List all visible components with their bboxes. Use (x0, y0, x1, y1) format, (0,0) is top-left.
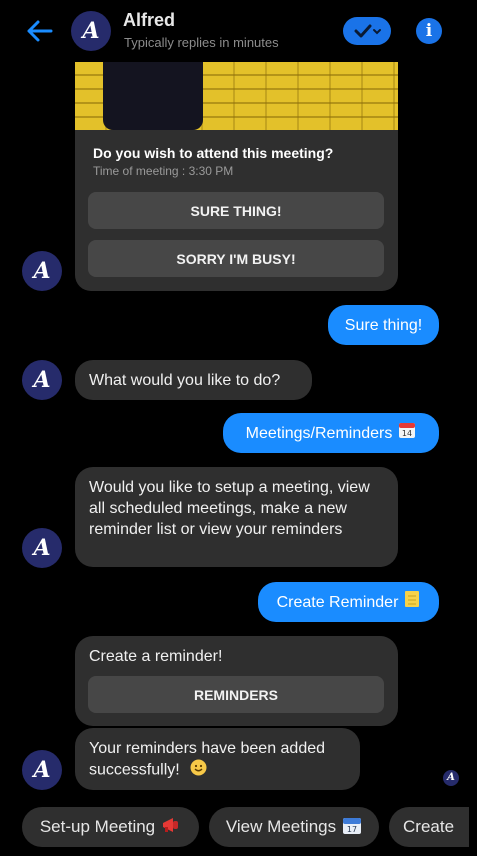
header-avatar[interactable]: A (71, 11, 111, 51)
smiley-icon (190, 759, 207, 782)
sure-thing-button[interactable]: SURE THING! (88, 192, 384, 229)
contact-name: Alfred (123, 10, 176, 30)
meeting-card: Do you wish to attend this meeting? Time… (75, 62, 398, 291)
chat-header: A Alfred Typically replies in minutes i (0, 0, 477, 62)
card-subtitle: Time of meeting : 3:30 PM (93, 164, 234, 178)
svg-text:17: 17 (347, 825, 357, 834)
person-image (103, 62, 203, 130)
outgoing-message[interactable]: Meetings/Reminders 14 (223, 413, 439, 453)
quick-reply-view-meetings[interactable]: View Meetings 17 (209, 807, 379, 847)
meeting-image (75, 62, 398, 130)
quick-reply-setup-meeting[interactable]: Set-up Meeting (22, 807, 199, 847)
calendar-icon: 14 (398, 421, 416, 445)
bot-avatar: A (22, 750, 62, 790)
reply-status: Typically replies in minutes (124, 35, 279, 50)
megaphone-icon (161, 816, 181, 839)
incoming-message[interactable]: What would you like to do? (75, 360, 312, 400)
card-title: Do you wish to attend this meeting? (93, 145, 334, 161)
reminder-card: Create a reminder! REMINDERS (75, 636, 398, 726)
calendar-icon: 17 (342, 815, 362, 840)
info-icon[interactable]: i (416, 18, 442, 44)
bot-avatar: A (22, 528, 62, 568)
incoming-message[interactable]: Would you like to setup a meeting, view … (75, 467, 398, 567)
sorry-busy-button[interactable]: SORRY I'M BUSY! (88, 240, 384, 277)
check-icon (354, 24, 381, 38)
chat-screen: A Alfred Typically replies in minutes i … (0, 0, 477, 856)
bot-avatar: A (22, 360, 62, 400)
back-arrow-icon[interactable] (22, 14, 56, 48)
read-receipt-avatar: A (443, 770, 459, 786)
reminders-button[interactable]: REMINDERS (88, 676, 384, 713)
notepad-icon (404, 590, 420, 614)
bot-avatar: A (22, 251, 62, 291)
outgoing-message[interactable]: Create Reminder (258, 582, 439, 622)
quick-reply-create[interactable]: Create (389, 807, 469, 847)
done-dropdown-button[interactable] (343, 17, 391, 45)
outgoing-message[interactable]: Sure thing! (328, 305, 439, 345)
svg-text:14: 14 (402, 429, 412, 438)
reminder-card-title: Create a reminder! (89, 648, 223, 665)
incoming-message[interactable]: Your reminders have been added successfu… (75, 728, 360, 790)
